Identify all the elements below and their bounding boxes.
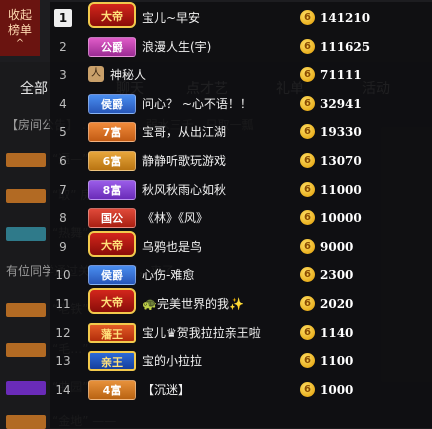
ranking-row[interactable]: 10 侯爵 心伤-难愈 6 2300 bbox=[50, 261, 432, 289]
rank-badge: 7富 bbox=[88, 122, 136, 143]
user-level-badge bbox=[6, 414, 46, 429]
mystery-user-icon: 人 bbox=[88, 66, 104, 83]
coin-icon: 6 bbox=[300, 10, 315, 25]
coin-icon: 6 bbox=[300, 67, 315, 83]
rank-badge: 6富 bbox=[88, 151, 136, 171]
coin-icon: 6 bbox=[300, 210, 315, 226]
contribution-amount: 141210 bbox=[320, 11, 371, 25]
contribution-amount: 32941 bbox=[320, 96, 362, 111]
user-name[interactable]: 浪漫人生(宇) bbox=[142, 33, 211, 61]
user-level-badge bbox=[6, 226, 46, 241]
rank-number: 7 bbox=[59, 182, 67, 197]
user-name[interactable]: 秋风秋雨心如秋 bbox=[142, 176, 226, 204]
coin-icon: 6 bbox=[300, 353, 315, 369]
rank-badge: 大帝 bbox=[88, 230, 136, 257]
ranking-row[interactable]: 2 公爵 浪漫人生(宇) 6 111625 bbox=[50, 33, 432, 61]
contribution-amount: 9000 bbox=[320, 239, 354, 254]
coin-icon: 6 bbox=[300, 381, 315, 397]
ranking-row[interactable]: 6 6富 静静听歌玩游戏 6 13070 bbox=[50, 147, 432, 175]
coin-icon: 6 bbox=[300, 95, 315, 111]
coin-icon: 6 bbox=[300, 238, 315, 254]
tab-0[interactable]: 全部 bbox=[20, 78, 48, 98]
rank-number: 5 bbox=[59, 125, 67, 140]
coin-icon: 6 bbox=[300, 296, 315, 311]
ranking-row[interactable]: 7 8富 秋风秋雨心如秋 6 11000 bbox=[50, 176, 432, 204]
user-name[interactable]: 心伤-难愈 bbox=[142, 261, 194, 289]
rank-badge: 亲王 bbox=[88, 351, 136, 372]
rank-number: 8 bbox=[59, 211, 67, 226]
rank-number: 3 bbox=[59, 68, 67, 83]
user-name[interactable]: 乌鸦也是鸟 bbox=[142, 233, 202, 261]
ranking-panel: 1 大帝 宝儿~早安 6 141210 2 公爵 浪漫人生(宇) 6 111625 3 人神秘人 6 71… bbox=[50, 2, 432, 428]
contribution-amount: 2300 bbox=[320, 268, 354, 283]
user-level-badge bbox=[6, 380, 46, 395]
contribution-amount: 111625 bbox=[320, 39, 371, 54]
coin-icon: 6 bbox=[300, 324, 315, 340]
rank-badge: 侯爵 bbox=[88, 93, 136, 114]
contribution-amount: 2020 bbox=[320, 297, 354, 311]
user-name[interactable]: 宝儿♛贺我拉拉亲王啦 bbox=[142, 319, 261, 347]
rank-badge: 国公 bbox=[88, 208, 136, 229]
ranking-row[interactable]: 11 大帝 🐢完美世界的我✨ 6 2020 bbox=[50, 288, 432, 318]
user-name[interactable]: 静静听歌玩游戏 bbox=[142, 147, 226, 175]
rank-number: 10 bbox=[55, 268, 71, 283]
rank-badge: 4富 bbox=[88, 379, 136, 400]
user-name[interactable]: 宝的小拉拉 bbox=[142, 347, 202, 375]
user-level-badge bbox=[6, 152, 46, 167]
contribution-amount: 19330 bbox=[320, 125, 362, 140]
user-level-badge bbox=[6, 342, 46, 357]
ranking-row[interactable]: 4 侯爵 问心？ ~心不语！！ 6 32941 bbox=[50, 90, 432, 118]
collapse-label-1: 收起 bbox=[7, 8, 32, 22]
rank-badge: 8富 bbox=[88, 179, 136, 200]
coin-icon: 6 bbox=[300, 153, 315, 168]
user-level-badge bbox=[6, 302, 46, 317]
ranking-row[interactable]: 12 藩王 宝儿♛贺我拉拉亲王啦 6 1140 bbox=[50, 319, 432, 347]
rank-number: 11 bbox=[55, 297, 71, 311]
rank-badge: 大帝 bbox=[88, 288, 136, 314]
rank-number: 1 bbox=[54, 9, 72, 27]
collapse-label-2: 榜单 bbox=[7, 23, 32, 37]
ranking-row[interactable]: 13 亲王 宝的小拉拉 6 1100 bbox=[50, 347, 432, 375]
contribution-amount: 1100 bbox=[320, 354, 354, 369]
ranking-row[interactable]: 8 国公 《林》《风》 6 10000 bbox=[50, 204, 432, 232]
user-name[interactable]: 🐢完美世界的我✨ bbox=[142, 290, 244, 318]
ranking-row[interactable]: 9 大帝 乌鸦也是鸟 6 9000 bbox=[50, 230, 432, 261]
rank-number: 4 bbox=[59, 96, 67, 111]
rank-number: 6 bbox=[59, 154, 67, 168]
collapse-ranking-button[interactable]: 收起 榜单 ^ bbox=[0, 0, 40, 56]
rank-number: 9 bbox=[59, 239, 67, 254]
contribution-amount: 71111 bbox=[320, 68, 362, 83]
rank-badge: 公爵 bbox=[88, 36, 136, 57]
rank-number: 2 bbox=[59, 39, 67, 54]
user-name[interactable]: 《林》《风》 bbox=[142, 204, 208, 232]
ranking-row[interactable]: 1 大帝 宝儿~早安 6 141210 bbox=[50, 2, 432, 32]
contribution-amount: 1140 bbox=[320, 325, 354, 340]
contribution-amount: 1000 bbox=[320, 382, 354, 397]
rank-badge: 大帝 bbox=[88, 2, 136, 28]
user-name[interactable]: 问心？ ~心不语！！ bbox=[142, 90, 252, 118]
user-level-badge bbox=[6, 188, 46, 203]
ranking-row[interactable]: 5 7富 宝哥，从出江湖 6 19330 bbox=[50, 118, 432, 146]
contribution-amount: 10000 bbox=[320, 211, 362, 226]
coin-icon: 6 bbox=[300, 181, 315, 197]
rank-badge: 藩王 bbox=[88, 322, 136, 343]
rank-number: 14 bbox=[55, 382, 71, 397]
chevron-up-icon: ^ bbox=[15, 38, 25, 49]
coin-icon: 6 bbox=[300, 124, 315, 140]
rank-badge: 侯爵 bbox=[88, 265, 136, 286]
coin-icon: 6 bbox=[300, 267, 315, 283]
contribution-amount: 13070 bbox=[320, 154, 362, 168]
ranking-row[interactable]: 3 人神秘人 6 71111 bbox=[50, 61, 432, 89]
user-name[interactable]: 神秘人 bbox=[110, 61, 146, 89]
rank-number: 12 bbox=[55, 325, 71, 340]
user-name[interactable]: 宝哥，从出江湖 bbox=[142, 118, 226, 146]
rank-number: 13 bbox=[55, 354, 71, 369]
coin-icon: 6 bbox=[300, 38, 315, 54]
ranking-row[interactable]: 14 4富 【沉迷】 6 1000 bbox=[50, 376, 432, 404]
contribution-amount: 11000 bbox=[320, 182, 362, 197]
user-name[interactable]: 【沉迷】 bbox=[142, 376, 190, 404]
user-name[interactable]: 宝儿~早安 bbox=[142, 4, 200, 32]
